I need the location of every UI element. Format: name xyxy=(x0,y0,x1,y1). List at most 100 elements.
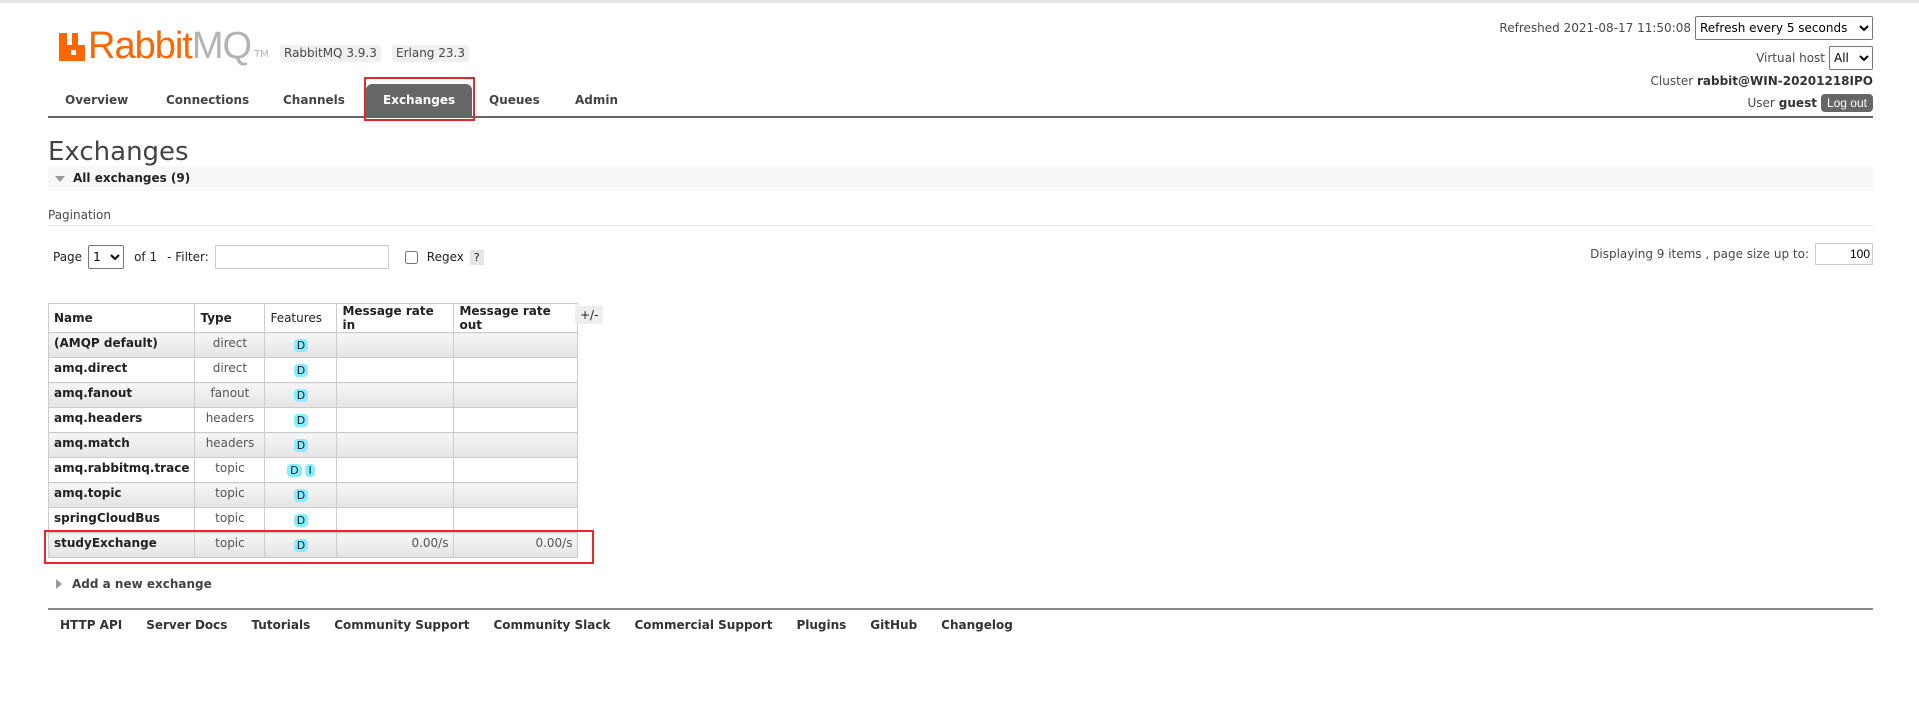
feature-badge: D xyxy=(293,389,309,402)
feature-badge: D xyxy=(293,489,309,502)
exchange-name-link[interactable]: amq.fanout xyxy=(47,382,196,408)
rabbitmq-logo[interactable]: RabbitMQ TM xyxy=(59,25,269,67)
exchange-features: D xyxy=(264,482,338,508)
exchanges-table: Name Type Features Message rate in Messa… xyxy=(47,303,579,558)
exchange-name-link[interactable]: amq.match xyxy=(47,432,196,458)
tab-admin[interactable]: Admin xyxy=(575,84,618,116)
rate-in xyxy=(336,382,455,408)
main-nav-tabs: Overview Connections Channels Exchanges … xyxy=(48,84,1873,118)
footer-link[interactable]: GitHub xyxy=(870,618,917,632)
exchange-type: topic xyxy=(194,507,266,533)
feature-badge: D xyxy=(293,414,309,427)
all-exchanges-section-toggle[interactable]: All exchanges (9) xyxy=(48,166,1873,191)
exchange-name-link[interactable]: amq.topic xyxy=(47,482,196,508)
rate-out xyxy=(453,357,579,383)
footer-link[interactable]: Plugins xyxy=(796,618,846,632)
table-row[interactable]: amq.fanout fanout D xyxy=(47,382,579,408)
tab-connections[interactable]: Connections xyxy=(166,84,249,116)
rate-in xyxy=(336,482,455,508)
col-type[interactable]: Type xyxy=(194,303,266,333)
table-row[interactable]: springCloudBus topic D xyxy=(47,507,579,533)
exchange-type: topic xyxy=(194,482,266,508)
table-row[interactable]: amq.headers headers D xyxy=(47,407,579,433)
exchange-name-link[interactable]: amq.direct xyxy=(47,357,196,383)
col-rate-in[interactable]: Message rate in xyxy=(336,303,455,333)
regex-checkbox[interactable] xyxy=(404,250,418,264)
cluster-name: rabbit@WIN-20201218IPO xyxy=(1696,74,1873,88)
exchange-type: direct xyxy=(194,357,266,383)
refresh-row: Refreshed 2021-08-17 11:50:08 Refresh ev… xyxy=(1499,16,1873,40)
pagination-controls: Page 1 of 1 - Filter: Regex ? xyxy=(53,245,484,269)
filter-label: - Filter: xyxy=(167,250,209,264)
erlang-version-badge: Erlang 23.3 xyxy=(392,45,469,62)
table-row[interactable]: amq.topic topic D xyxy=(47,482,579,508)
vhost-label: Virtual host xyxy=(1756,51,1825,65)
exchange-name-link[interactable]: amq.headers xyxy=(47,407,196,433)
logout-button[interactable]: Log out xyxy=(1820,94,1873,112)
add-exchange-toggle[interactable]: Add a new exchange xyxy=(56,577,212,591)
table-row[interactable]: amq.rabbitmq.trace topic D I xyxy=(47,457,579,483)
exchange-features: D xyxy=(264,332,338,358)
rate-out xyxy=(453,482,579,508)
exchange-features: D xyxy=(264,507,338,533)
exchange-features: D xyxy=(264,432,338,458)
exchange-type: topic xyxy=(194,457,266,483)
exchange-type: headers xyxy=(194,407,266,433)
feature-badge: I xyxy=(305,464,315,477)
exchange-type: direct xyxy=(194,332,266,358)
regex-label: Regex xyxy=(426,250,464,264)
rate-out xyxy=(453,407,579,433)
exchange-name-link[interactable]: (AMQP default) xyxy=(47,332,196,358)
page-size-input[interactable] xyxy=(1815,243,1873,265)
table-row[interactable]: (AMQP default) direct D xyxy=(47,332,579,358)
rate-in xyxy=(336,457,455,483)
rabbitmq-version-badge: RabbitMQ 3.9.3 xyxy=(280,45,381,62)
rate-out xyxy=(453,507,579,533)
rate-in xyxy=(336,507,455,533)
footer-links: HTTP API Server Docs Tutorials Community Su… xyxy=(60,618,1037,632)
exchange-type: fanout xyxy=(194,382,266,408)
exchange-features: D xyxy=(264,407,338,433)
footer-link[interactable]: Community Slack xyxy=(493,618,610,632)
col-rate-out[interactable]: Message rate out xyxy=(453,303,579,333)
refreshed-timestamp: Refreshed 2021-08-17 11:50:08 xyxy=(1499,21,1691,35)
footer-link[interactable]: Tutorials xyxy=(251,618,310,632)
footer-link[interactable]: Server Docs xyxy=(146,618,227,632)
table-row[interactable]: amq.match headers D xyxy=(47,432,579,458)
feature-badge: D xyxy=(293,364,309,377)
footer-divider xyxy=(48,608,1873,610)
feature-badge: D xyxy=(293,439,309,452)
logo-tm: TM xyxy=(254,49,269,60)
columns-toggle-button[interactable]: +/- xyxy=(575,306,604,324)
footer-link[interactable]: Community Support xyxy=(334,618,469,632)
exchange-name-link[interactable]: springCloudBus xyxy=(47,507,196,533)
tab-overview[interactable]: Overview xyxy=(65,84,128,116)
footer-link[interactable]: Changelog xyxy=(941,618,1013,632)
tab-channels[interactable]: Channels xyxy=(283,84,345,116)
rate-out xyxy=(453,382,579,408)
section-title: All exchanges (9) xyxy=(73,171,191,185)
table-header-row: Name Type Features Message rate in Messa… xyxy=(47,303,579,333)
vhost-select[interactable]: All xyxy=(1829,46,1873,70)
page-select[interactable]: 1 xyxy=(88,245,125,269)
table-row[interactable]: amq.direct direct D xyxy=(47,357,579,383)
footer-link[interactable]: Commercial Support xyxy=(634,618,772,632)
pagination-label: Pagination xyxy=(48,208,111,222)
user-name: guest xyxy=(1778,96,1817,110)
footer-link[interactable]: HTTP API xyxy=(60,618,122,632)
displaying-count: Displaying 9 items , page size up to: xyxy=(1590,247,1809,261)
tab-queues[interactable]: Queues xyxy=(489,84,540,116)
cluster-info: Cluster rabbit@WIN-20201218IPO xyxy=(1650,74,1873,88)
col-name[interactable]: Name xyxy=(47,303,196,333)
regex-help-button[interactable]: ? xyxy=(469,249,484,265)
rate-out xyxy=(453,457,579,483)
logo-text: RabbitMQ xyxy=(88,25,252,67)
exchange-name-link[interactable]: amq.rabbitmq.trace xyxy=(47,457,196,483)
top-border xyxy=(0,0,1919,3)
rate-in xyxy=(336,432,455,458)
col-features: Features xyxy=(264,303,338,333)
exchange-features: D xyxy=(264,382,338,408)
refresh-interval-select[interactable]: Refresh every 5 seconds xyxy=(1695,16,1873,40)
filter-input[interactable] xyxy=(214,245,389,269)
study-exchange-highlight xyxy=(44,530,594,564)
